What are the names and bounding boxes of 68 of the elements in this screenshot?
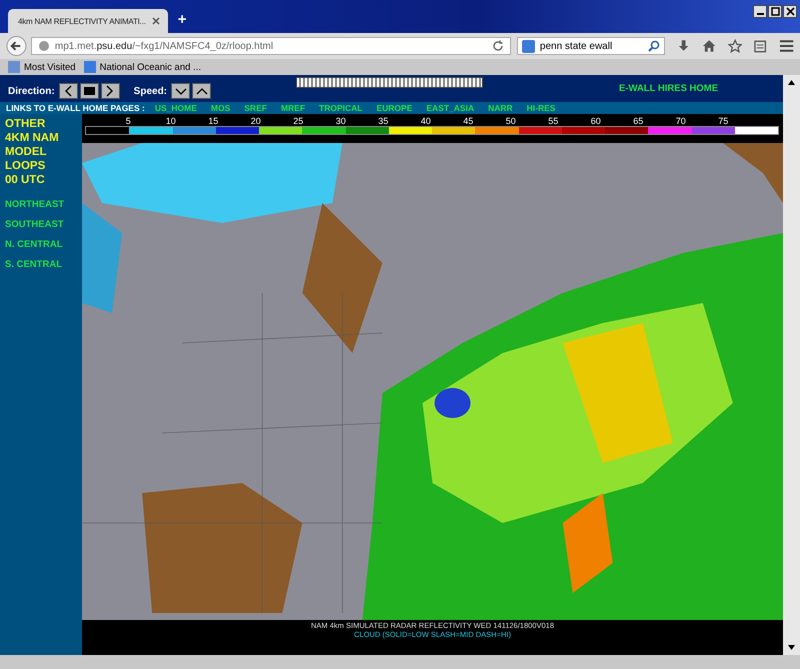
region-link[interactable]: NORTHEAST bbox=[5, 199, 82, 210]
up-chevron-icon bbox=[196, 88, 208, 94]
browser-tab[interactable]: 4km NAM REFLECTIVITY ANIMATI... bbox=[8, 9, 168, 33]
home-page-link[interactable]: EUROPE bbox=[376, 103, 412, 113]
bookmark-item[interactable]: Most Visited bbox=[8, 61, 76, 73]
address-field[interactable]: mp1.met.psu.edu/~fxg1/NAMSFC4_0z/rloop.html bbox=[30, 37, 511, 55]
slower-button[interactable] bbox=[171, 83, 190, 99]
stop-icon bbox=[84, 87, 95, 95]
back-icon[interactable] bbox=[6, 35, 27, 57]
scrollbar[interactable] bbox=[783, 75, 800, 655]
down-chevron-icon bbox=[174, 88, 187, 94]
bookmark-item[interactable]: National Oceanic and ... bbox=[84, 61, 201, 73]
region-link[interactable]: S. CENTRAL bbox=[5, 259, 82, 270]
home-page-link[interactable]: EAST_ASIA bbox=[426, 103, 474, 113]
faster-button[interactable] bbox=[192, 83, 212, 99]
step-back-button[interactable] bbox=[58, 83, 78, 99]
stop-button[interactable] bbox=[80, 83, 99, 99]
hires-home-link[interactable]: E-WALL HIRES HOME bbox=[619, 83, 718, 94]
scale-label: 60 bbox=[590, 116, 602, 126]
scale-label: 20 bbox=[250, 116, 262, 126]
region-link[interactable]: SOUTHEAST bbox=[5, 219, 82, 230]
search-icon[interactable] bbox=[648, 40, 660, 52]
scroll-down-icon[interactable] bbox=[788, 645, 795, 650]
region-link[interactable]: N. CENTRAL bbox=[5, 239, 82, 250]
scale-label: 50 bbox=[504, 116, 517, 126]
scale-label: 35 bbox=[377, 116, 390, 126]
menu-icon[interactable] bbox=[778, 39, 794, 53]
home-page-link[interactable]: US_HOME bbox=[154, 103, 197, 113]
home-page-link[interactable]: MREF bbox=[280, 103, 306, 113]
home-icon[interactable] bbox=[702, 39, 716, 53]
search-field[interactable]: penn state ewall bbox=[516, 37, 665, 55]
sidebar-heading: OTHER bbox=[5, 117, 46, 131]
clipboard-icon[interactable] bbox=[754, 39, 767, 53]
scroll-up-icon[interactable] bbox=[788, 80, 795, 85]
frame-selector-bar[interactable] bbox=[296, 77, 483, 88]
scale-label: 75 bbox=[717, 116, 730, 126]
speed-label: Speed: bbox=[134, 86, 168, 96]
home-page-link[interactable]: HI-RES bbox=[526, 103, 556, 113]
home-page-link[interactable]: NARR bbox=[488, 103, 513, 113]
close-icon[interactable] bbox=[783, 5, 797, 18]
scale-label: 15 bbox=[207, 116, 220, 126]
home-page-link[interactable]: TROPICAL bbox=[319, 103, 362, 113]
maximize-icon[interactable] bbox=[768, 5, 782, 18]
sidebar-heading: 00 UTC bbox=[5, 173, 46, 187]
scale-label: 25 bbox=[292, 116, 304, 126]
sidebar-heading: 4KM NAM bbox=[5, 131, 60, 145]
star-icon[interactable] bbox=[728, 39, 742, 53]
links-label: LINKS TO E-WALL HOME PAGES : bbox=[6, 103, 145, 113]
sidebar-heading: MODEL bbox=[5, 145, 48, 159]
minimize-icon[interactable] bbox=[753, 5, 767, 18]
scale-label: 55 bbox=[547, 116, 560, 126]
scale-label: 65 bbox=[632, 116, 644, 126]
new-tab-button[interactable]: + bbox=[178, 11, 187, 28]
tab-title: 4km NAM REFLECTIVITY ANIMATI... bbox=[18, 16, 146, 26]
sidebar-heading: LOOPS bbox=[5, 159, 46, 173]
step-forward-button[interactable] bbox=[100, 83, 120, 99]
scale-label: 30 bbox=[334, 116, 347, 126]
home-page-link[interactable]: SREF bbox=[244, 103, 267, 113]
scale-label: 70 bbox=[674, 116, 687, 126]
scale-label: 45 bbox=[462, 116, 474, 126]
direction-label: Direction: bbox=[8, 86, 55, 96]
scale-label: 5 bbox=[124, 116, 132, 126]
scale-label: 40 bbox=[420, 116, 432, 126]
download-icon[interactable] bbox=[676, 39, 690, 53]
globe-icon bbox=[38, 40, 50, 52]
home-page-link[interactable]: MOS bbox=[210, 103, 230, 113]
scale-label: 10 bbox=[164, 116, 177, 126]
reload-icon[interactable] bbox=[492, 40, 504, 52]
